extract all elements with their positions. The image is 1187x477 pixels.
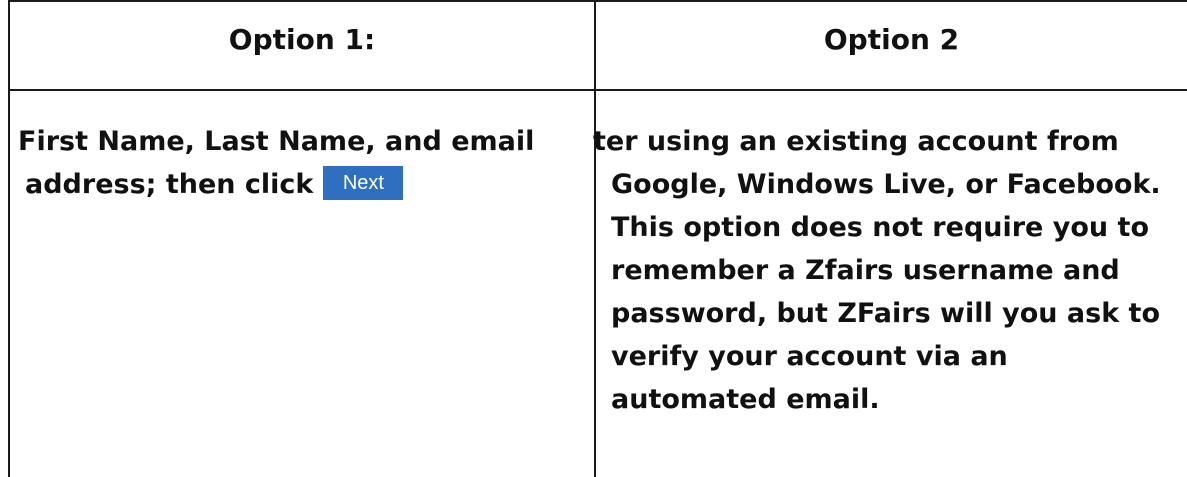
option2-line-5: password, but ZFairs will you ask to	[611, 298, 1161, 329]
option2-line-6: verify your account via an	[611, 341, 1008, 372]
table-border-top	[8, 0, 1187, 2]
table-border-header-bottom	[8, 89, 1187, 91]
header-option-2: Option 2	[823, 23, 960, 56]
next-button[interactable]: Next	[323, 165, 404, 200]
header-option-1: Option 1:	[228, 23, 376, 56]
table-border-left	[8, 0, 10, 477]
option1-line-2-row: address; then click Next	[25, 163, 404, 206]
option1-line-2: address; then click	[25, 169, 314, 200]
option2-line-3: This option does not require you to	[611, 212, 1149, 243]
option1-line-1: First Name, Last Name, and email	[18, 126, 535, 157]
option2-line-7: automated email.	[611, 384, 880, 415]
option2-line-1: ter using an existing account from	[593, 126, 1119, 157]
table-border-middle	[594, 0, 596, 477]
option2-line-4: remember a Zfairs username and	[611, 255, 1120, 286]
option2-line-2: Google, Windows Live, or Facebook.	[611, 169, 1161, 200]
